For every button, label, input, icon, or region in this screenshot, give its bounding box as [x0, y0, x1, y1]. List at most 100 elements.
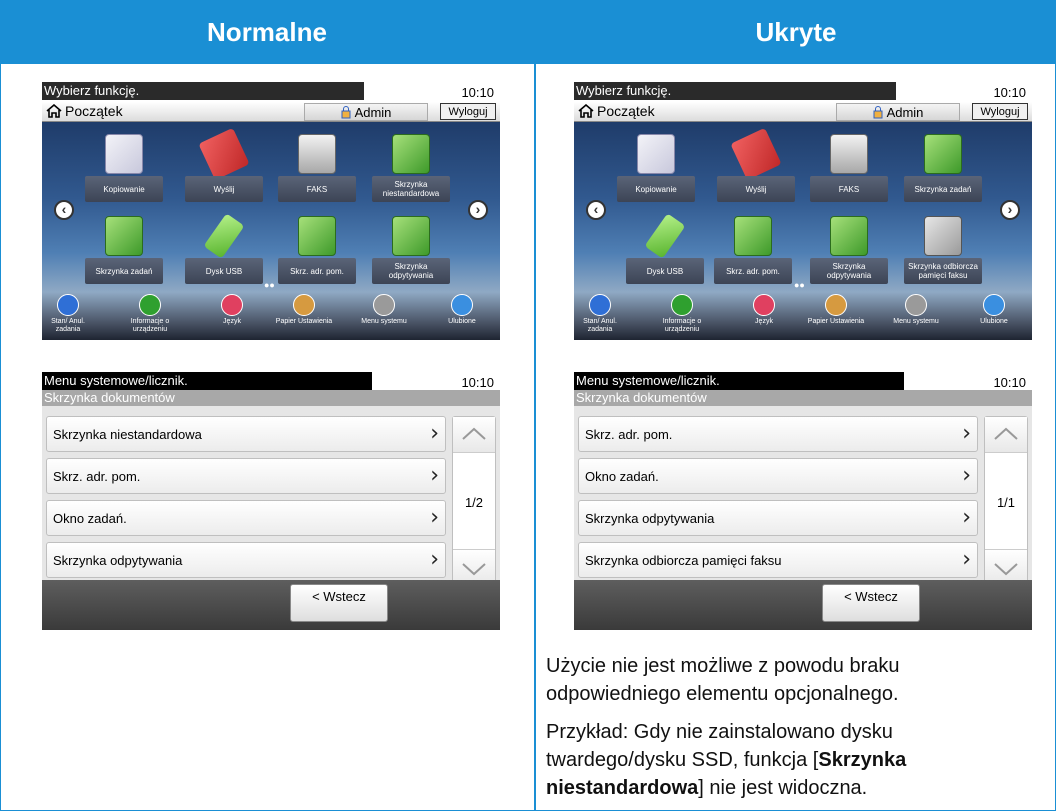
status-icon: [589, 294, 611, 316]
tile-subaddress-box[interactable]: Skrz. adr. pom.: [278, 212, 356, 296]
chevron-right-icon: ›: [962, 505, 971, 530]
language-button[interactable]: Język: [734, 294, 794, 326]
tile-polling-box[interactable]: Skrzynka odpytywania: [372, 212, 450, 296]
home-screen-hidden: Wybierz funkcję. 10:10 Początek Admin Wy…: [574, 82, 1032, 340]
system-menu-icon: [373, 294, 395, 316]
send-icon: [198, 127, 250, 181]
admin-indicator[interactable]: Admin: [304, 103, 428, 121]
language-button[interactable]: Język: [202, 294, 262, 326]
box-icon: [392, 216, 430, 256]
tile-fax[interactable]: FAKS: [278, 130, 356, 214]
tile-custom-box[interactable]: Skrzynka niestandardowa: [372, 130, 450, 214]
system-menu-button[interactable]: Menu systemu: [354, 294, 414, 326]
paper-icon: [293, 294, 315, 316]
home-icon: [578, 104, 594, 118]
list-item[interactable]: Skrz. adr. pom. ›: [46, 458, 446, 494]
tile-subaddress-box[interactable]: Skrz. adr. pom.: [714, 212, 792, 296]
list-item[interactable]: Skrzynka odbiorcza pamięci faksu ›: [578, 542, 978, 578]
scrollbar: 1/1: [984, 416, 1028, 586]
chevron-right-icon: ›: [430, 421, 439, 446]
admin-indicator[interactable]: Admin: [836, 103, 960, 121]
scroll-up-button[interactable]: [985, 417, 1027, 453]
system-menu-button[interactable]: Menu systemu: [886, 294, 946, 326]
tile-fax-memory-box[interactable]: Skrzynka odbiorcza pamięci faksu: [904, 212, 982, 296]
prev-arrow-icon[interactable]: ‹: [54, 200, 74, 220]
fax-icon: [830, 134, 868, 174]
box-icon: [830, 216, 868, 256]
favorites-button[interactable]: Ulubione: [964, 294, 1024, 326]
home-label: Początek: [65, 103, 123, 119]
bottom-bar: Stan/ Anul. zadania Informacje o urządze…: [574, 294, 1032, 340]
chevron-right-icon: ›: [962, 463, 971, 488]
status-button[interactable]: Stan/ Anul. zadania: [574, 294, 630, 334]
tile-fax[interactable]: FAKS: [810, 130, 888, 214]
chevron-right-icon: ›: [430, 505, 439, 530]
back-button[interactable]: < Wstecz: [822, 584, 920, 622]
next-arrow-icon[interactable]: ›: [1000, 200, 1020, 220]
status-button[interactable]: Stan/ Anul. zadania: [42, 294, 98, 334]
logout-button[interactable]: Wyloguj: [972, 103, 1028, 120]
tile-usb[interactable]: Dysk USB: [626, 212, 704, 296]
tile-copy[interactable]: Kopiowanie: [85, 130, 163, 214]
tile-job-box[interactable]: Skrzynka zadań: [85, 212, 163, 296]
device-info-icon: [671, 294, 693, 316]
device-info-button[interactable]: Informacje o urządzeniu: [120, 294, 180, 334]
box-icon: [298, 216, 336, 256]
note-paragraph: Użycie nie jest możliwe z powodu braku o…: [546, 655, 900, 705]
tile-send[interactable]: Wyślij: [185, 127, 263, 214]
tile-usb[interactable]: Dysk USB: [185, 212, 263, 296]
lock-icon: [341, 105, 351, 118]
menu-title: Menu systemowe/licznik.: [42, 372, 372, 390]
chevron-up-icon: [462, 427, 486, 440]
next-arrow-icon[interactable]: ›: [468, 200, 488, 220]
menu-time: 10:10: [461, 375, 494, 390]
home-title: Wybierz funkcję.: [574, 82, 896, 100]
system-menu-hidden: Menu systemowe/licznik. 10:10 Skrzynka d…: [574, 372, 1032, 630]
prev-arrow-icon[interactable]: ‹: [586, 200, 606, 220]
scrollbar: 1/2: [452, 416, 496, 586]
chevron-right-icon: ›: [962, 421, 971, 446]
tile-job-box[interactable]: Skrzynka zadań: [904, 130, 982, 214]
star-icon: [451, 294, 473, 316]
usb-icon: [203, 213, 245, 259]
list-item[interactable]: Skrzynka odpytywania ›: [578, 500, 978, 536]
language-icon: [753, 294, 775, 316]
usb-icon: [644, 213, 686, 259]
list-item[interactable]: Skrzynka odpytywania ›: [46, 542, 446, 578]
back-button[interactable]: < Wstecz: [290, 584, 388, 622]
home-button[interactable]: Początek: [578, 103, 655, 119]
chevron-right-icon: ›: [430, 547, 439, 572]
language-icon: [221, 294, 243, 316]
menu-subtitle: Skrzynka dokumentów: [42, 390, 500, 406]
admin-label: Admin: [886, 104, 924, 120]
note-example: Przykład: Gdy nie zainstalowano dysku tw…: [546, 721, 907, 799]
chevron-right-icon: ›: [430, 463, 439, 488]
list-item[interactable]: Skrzynka niestandardowa ›: [46, 416, 446, 452]
tile-polling-box[interactable]: Skrzynka odpytywania: [810, 212, 888, 296]
home-title: Wybierz funkcję.: [42, 82, 364, 100]
admin-label: Admin: [354, 104, 392, 120]
paper-settings-button[interactable]: Papier Ustawienia: [806, 294, 866, 326]
scroll-up-button[interactable]: [453, 417, 495, 453]
bottom-bar: Stan/ Anul. zadania Informacje o urządze…: [42, 294, 500, 340]
device-info-button[interactable]: Informacje o urządzeniu: [652, 294, 712, 334]
system-menu-normal: Menu systemowe/licznik. 10:10 Skrzynka d…: [42, 372, 500, 630]
tile-copy[interactable]: Kopiowanie: [617, 130, 695, 214]
box-icon: [105, 216, 143, 256]
home-button[interactable]: Początek: [46, 103, 123, 119]
list-item[interactable]: Skrz. adr. pom. ›: [578, 416, 978, 452]
tile-send[interactable]: Wyślij: [717, 127, 795, 214]
copy-icon: [637, 134, 675, 174]
fax-icon: [298, 134, 336, 174]
paper-settings-button[interactable]: Papier Ustawienia: [274, 294, 334, 326]
status-icon: [57, 294, 79, 316]
menu-title: Menu systemowe/licznik.: [574, 372, 904, 390]
header-normal: Normalne: [0, 0, 534, 64]
box-icon: [392, 134, 430, 174]
list-item[interactable]: Okno zadań. ›: [578, 458, 978, 494]
star-icon: [983, 294, 1005, 316]
favorites-button[interactable]: Ulubione: [432, 294, 492, 326]
logout-button[interactable]: Wyloguj: [440, 103, 496, 120]
header-hidden: Ukryte: [536, 0, 1056, 64]
list-item[interactable]: Okno zadań. ›: [46, 500, 446, 536]
